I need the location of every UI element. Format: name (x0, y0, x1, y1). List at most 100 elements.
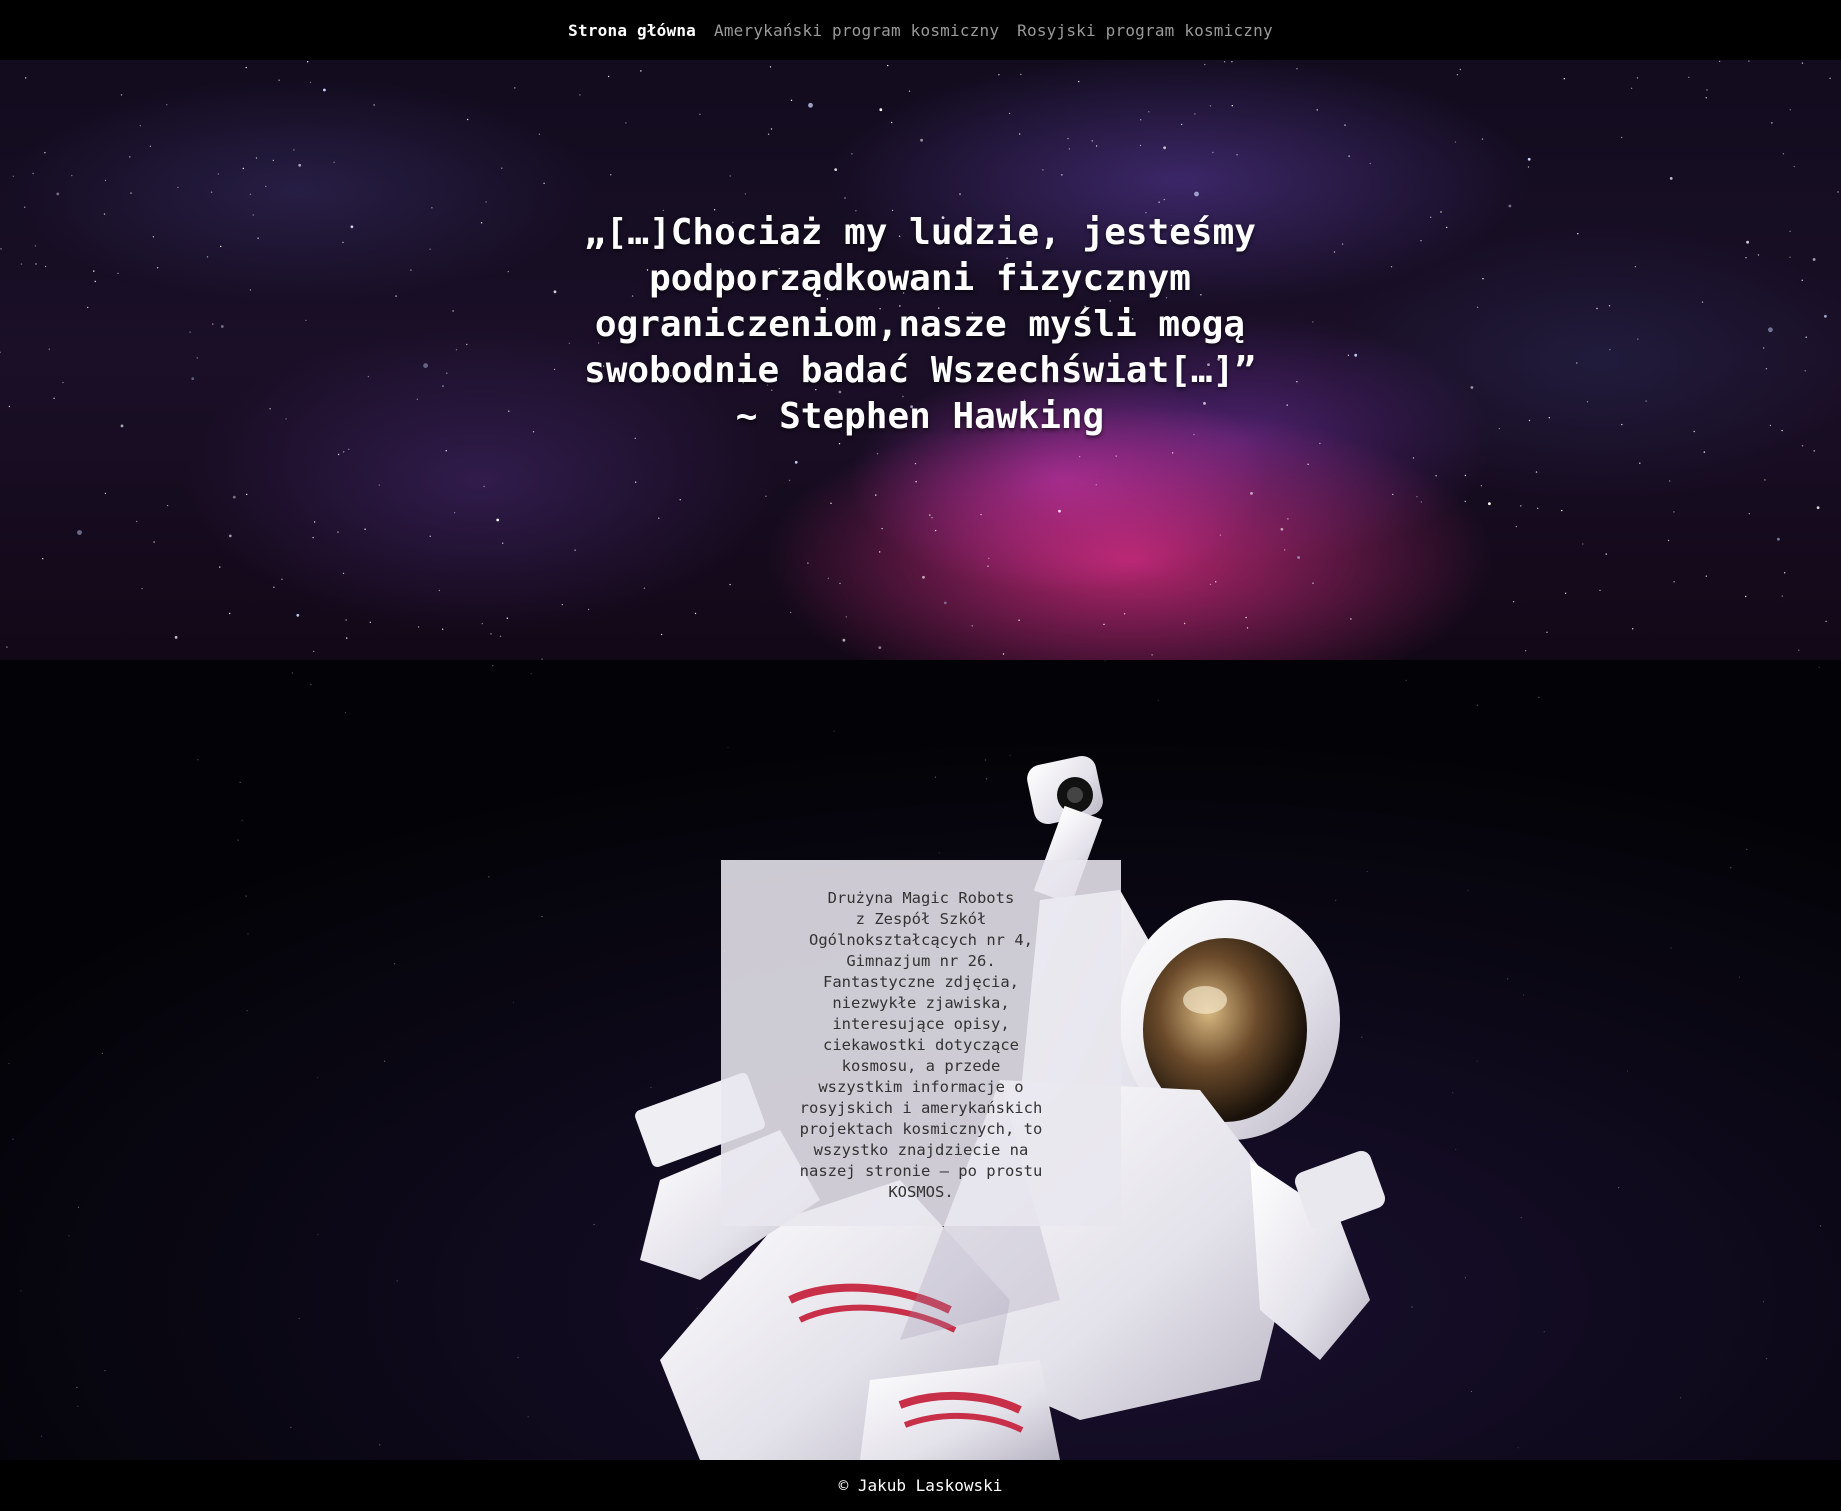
star (1405, 679, 1407, 681)
star (1312, 321, 1314, 323)
info-line: wszystko znajdziecie na (813, 1141, 1029, 1159)
star (1748, 513, 1751, 515)
star (310, 684, 312, 686)
star (117, 272, 119, 275)
star (1480, 485, 1483, 487)
nav-link-home[interactable]: Strona główna (568, 21, 696, 40)
star (393, 963, 396, 965)
star (1523, 994, 1525, 996)
star (453, 512, 456, 514)
star (579, 94, 581, 96)
star (845, 616, 847, 618)
star (350, 225, 354, 229)
star (1507, 978, 1509, 980)
star (1412, 457, 1415, 459)
star (1746, 240, 1749, 244)
star (1078, 80, 1080, 83)
star (44, 152, 46, 154)
star (210, 191, 213, 193)
star (35, 263, 37, 265)
star (553, 368, 556, 371)
star (1335, 899, 1337, 901)
star (1464, 1277, 1466, 1279)
star (830, 502, 832, 504)
star (429, 248, 431, 250)
star (0, 351, 1, 353)
star (1204, 63, 1206, 66)
star (1296, 68, 1298, 70)
star (1245, 616, 1247, 619)
star (1670, 947, 1672, 949)
star (1812, 258, 1816, 261)
star (1771, 122, 1773, 124)
star (1703, 451, 1706, 453)
info-line: KOSMOS. (888, 1183, 954, 1201)
star (1576, 362, 1578, 364)
star (87, 306, 89, 309)
star (77, 1405, 79, 1407)
star (229, 612, 231, 615)
star (1002, 653, 1005, 655)
star (931, 517, 933, 519)
star (337, 531, 339, 533)
star (44, 265, 47, 268)
star (272, 159, 274, 162)
star (1042, 169, 1044, 171)
star (833, 730, 835, 732)
star (32, 172, 34, 175)
star (842, 638, 846, 642)
star (1608, 305, 1611, 307)
star (313, 650, 315, 653)
star (220, 245, 222, 248)
star (1319, 442, 1321, 445)
star (249, 289, 252, 291)
star (1528, 419, 1531, 422)
star (212, 323, 214, 325)
star (249, 193, 252, 195)
star (635, 481, 637, 483)
star (908, 90, 911, 92)
star (527, 1416, 529, 1418)
star (481, 622, 483, 625)
star (1718, 60, 1721, 63)
team-info-box: Drużyna Magic Robots z Zespół Szkół Ogól… (721, 860, 1121, 1226)
star (1636, 77, 1639, 79)
star (174, 636, 178, 639)
star (191, 377, 195, 380)
star (1078, 455, 1081, 458)
info-line: rosyjskich i amerykańskich (799, 1099, 1043, 1117)
star (1058, 509, 1061, 513)
star (1297, 556, 1300, 559)
star (1231, 105, 1234, 107)
star (1231, 61, 1233, 63)
star (769, 66, 772, 68)
star (438, 589, 441, 592)
star (506, 617, 508, 619)
nav-link-american-program[interactable]: Amerykański program kosmiczny (714, 21, 999, 40)
star (1748, 60, 1750, 62)
star (1673, 511, 1675, 513)
star (1018, 619, 1020, 621)
star (1781, 595, 1784, 597)
star (838, 443, 841, 445)
star (1008, 112, 1011, 115)
star (517, 1356, 519, 1359)
star (1738, 976, 1741, 978)
star (1464, 474, 1467, 477)
star (1515, 525, 1518, 528)
star (1163, 198, 1166, 201)
star (1527, 157, 1531, 161)
star (1223, 61, 1226, 63)
nav-link-russian-program[interactable]: Rosyjski program kosmiczny (1017, 21, 1273, 40)
star (345, 619, 347, 621)
star (1446, 226, 1448, 229)
star (610, 174, 612, 176)
star (1637, 338, 1639, 340)
star (1789, 230, 1791, 232)
star (914, 462, 917, 465)
star (220, 325, 224, 328)
star (794, 460, 798, 464)
star (1194, 113, 1196, 115)
star (1333, 251, 1336, 253)
star (0, 248, 2, 250)
